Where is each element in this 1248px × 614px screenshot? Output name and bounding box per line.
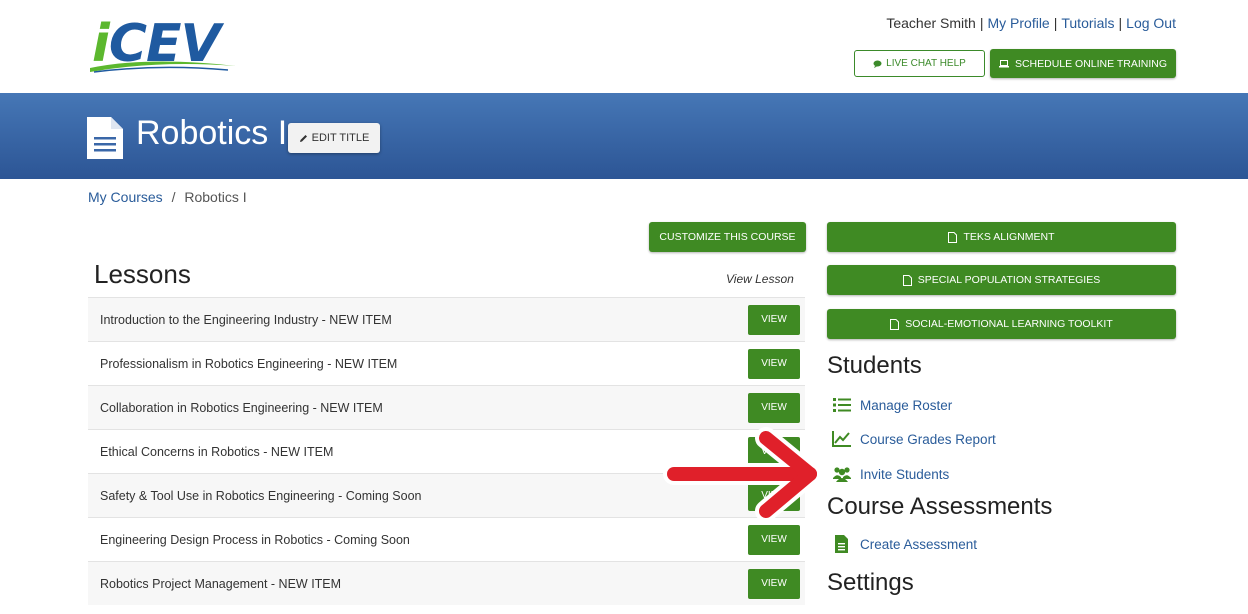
logo-swoosh	[90, 61, 236, 73]
pencil-icon	[299, 134, 307, 142]
edit-title-button[interactable]: EDIT TITLE	[288, 123, 380, 153]
icev-logo[interactable]: iCEV	[88, 14, 248, 76]
top-user-links: Teacher Smith | My Profile | Tutorials | Log O…	[886, 15, 1176, 31]
sel-toolkit-button[interactable]: SOCIAL-EMOTIONAL LEARNING TOOLKIT	[827, 309, 1176, 339]
view-lesson-button[interactable]: VIEW	[748, 568, 800, 599]
lessons-heading: Lessons	[94, 259, 191, 289]
view-lesson-button[interactable]: VIEW	[748, 392, 800, 423]
my-profile-link[interactable]: My Profile	[987, 15, 1049, 31]
view-lesson-column-label: View Lesson	[726, 272, 794, 286]
line-chart-icon	[832, 431, 851, 447]
customize-course-button[interactable]: CUSTOMIZE THIS COURSE	[649, 222, 806, 252]
file-text-icon	[835, 535, 848, 553]
document-icon	[87, 117, 123, 159]
lesson-title: Ethical Concerns in Robotics - NEW ITEM	[100, 444, 334, 459]
lesson-title: Professionalism in Robotics Engineering …	[100, 356, 398, 371]
breadcrumb-current: Robotics I	[184, 189, 247, 205]
users-icon	[833, 467, 851, 482]
red-pointer-arrow	[663, 427, 821, 522]
live-chat-button[interactable]: LIVE CHAT HELP	[854, 50, 985, 77]
create-assessment-link[interactable]: Create Assessment	[832, 535, 977, 553]
view-lesson-button[interactable]: VIEW	[748, 524, 800, 555]
breadcrumb: My Courses / Robotics I	[88, 189, 247, 205]
lesson-title: Robotics Project Management - NEW ITEM	[100, 576, 342, 591]
tutorials-link[interactable]: Tutorials	[1061, 15, 1114, 31]
schedule-training-button[interactable]: SCHEDULE ONLINE TRAINING	[990, 49, 1176, 78]
lesson-row: Professionalism in Robotics Engineering …	[88, 341, 805, 385]
page-title: Robotics I	[136, 114, 288, 152]
lesson-row: Collaboration in Robotics Engineering - …	[88, 385, 805, 429]
view-lesson-button[interactable]: VIEW	[748, 348, 800, 379]
manage-roster-link[interactable]: Manage Roster	[832, 396, 952, 414]
lesson-title: Collaboration in Robotics Engineering - …	[100, 400, 383, 415]
user-name: Teacher Smith	[886, 15, 976, 31]
lesson-row: Robotics Project Management - NEW ITEM VI…	[88, 561, 805, 605]
file-icon	[890, 318, 900, 330]
file-icon	[948, 231, 958, 243]
chat-icon	[873, 60, 882, 68]
lesson-row: Introduction to the Engineering Industry…	[88, 297, 805, 341]
grades-report-link[interactable]: Course Grades Report	[832, 430, 996, 448]
lesson-title: Introduction to the Engineering Industry…	[100, 312, 392, 327]
lesson-title: Safety & Tool Use in Robotics Engineerin…	[100, 488, 422, 503]
settings-heading: Settings	[827, 569, 914, 596]
log-out-link[interactable]: Log Out	[1126, 15, 1176, 31]
list-icon	[833, 398, 851, 412]
lesson-title: Engineering Design Process in Robotics -…	[100, 532, 410, 547]
view-lesson-button[interactable]: VIEW	[748, 304, 800, 335]
breadcrumb-my-courses[interactable]: My Courses	[88, 189, 163, 205]
students-heading: Students	[827, 352, 922, 379]
invite-students-link[interactable]: Invite Students	[832, 465, 949, 483]
laptop-icon	[998, 59, 1009, 67]
file-icon	[902, 274, 912, 286]
assessments-heading: Course Assessments	[827, 493, 1053, 520]
special-population-button[interactable]: SPECIAL POPULATION STRATEGIES	[827, 265, 1176, 295]
teks-alignment-button[interactable]: TEKS ALIGNMENT	[827, 222, 1176, 252]
